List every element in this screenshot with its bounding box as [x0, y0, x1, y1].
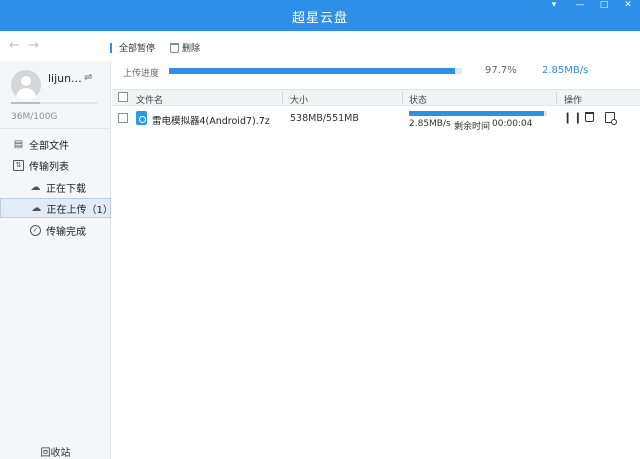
upload-progress-label: 上传进度: [123, 69, 160, 79]
minimize-icon[interactable]: —: [572, 0, 588, 12]
pause-icon[interactable]: ❙❙: [563, 112, 582, 124]
row-progress-bar: [409, 111, 547, 116]
row-checkbox[interactable]: [118, 113, 128, 123]
table-header: 文件名 大小 状态 操作: [112, 89, 640, 106]
sidebar-item-label: 正在下载: [46, 183, 86, 195]
remaining-time: 00:00:04: [492, 119, 533, 129]
column-header-size[interactable]: 大小: [290, 93, 308, 106]
column-header-actions: 操作: [564, 96, 583, 106]
sidebar-item-label: 全部文件: [29, 140, 69, 152]
file-name: 雷电模拟器4(Android7).7z: [152, 116, 270, 127]
separator-bar: [110, 42, 112, 53]
delete-button[interactable]: 删除: [170, 41, 200, 54]
column-header-name[interactable]: 文件名: [136, 93, 163, 106]
cloud-upload-icon: ☁: [31, 202, 42, 214]
check-circle-icon: ✓: [30, 224, 41, 236]
sidebar: lijun... ⇌ 36M/100G ▤ 全部文件 ⇅ 传输列表 ☁ 正在下载…: [0, 61, 113, 459]
recycle-bin-link[interactable]: 回收站: [0, 444, 111, 459]
archive-file-icon: [136, 111, 147, 125]
delete-icon[interactable]: [583, 112, 595, 124]
upload-speed: 2.85MB/s: [542, 65, 589, 76]
table-row[interactable]: 雷电模拟器4(Android7).7z 538MB/551MB 2.85MB/s…: [112, 106, 640, 132]
pause-all-label: 全部暂停: [119, 44, 156, 54]
sidebar-item-downloading[interactable]: ☁ 正在下载: [0, 177, 111, 197]
pause-all-button[interactable]: 全部暂停: [110, 41, 155, 54]
document-icon: ▤: [13, 138, 24, 150]
title-bar: 超星云盘 ▾ — □ ✕: [0, 0, 640, 31]
sidebar-item-completed[interactable]: ✓ 传输完成: [0, 220, 111, 240]
upload-progress-bar: [169, 68, 462, 74]
quota-bar: [11, 102, 97, 104]
file-size: 538MB/551MB: [290, 113, 359, 124]
divider: [0, 128, 111, 129]
transfer-icon: ⇅: [13, 159, 24, 171]
row-speed: 2.85MB/s: [409, 119, 451, 129]
column-header-status[interactable]: 状态: [409, 93, 427, 106]
remaining-label: 剩余时间: [454, 122, 491, 132]
sidebar-item-label: 正在上传（1）: [46, 204, 113, 216]
select-all-checkbox[interactable]: [118, 92, 128, 102]
cloud-download-icon: ☁: [30, 181, 41, 193]
delete-label: 删除: [182, 44, 201, 54]
arrow-left-icon[interactable]: ←: [9, 38, 20, 53]
toolbar: ← → 全部暂停 删除: [0, 31, 640, 61]
avatar[interactable]: [11, 70, 41, 100]
sidebar-item-label: 传输完成: [46, 226, 86, 238]
sidebar-item-uploading[interactable]: ☁ 正在上传（1）: [0, 198, 113, 218]
upload-percent: 97.7%: [485, 65, 517, 76]
window-title: 超星云盘: [291, 11, 348, 26]
maximize-icon[interactable]: □: [596, 0, 612, 12]
close-icon[interactable]: ✕: [620, 0, 636, 12]
upload-summary: 上传进度 97.7% 2.85MB/s: [112, 61, 640, 83]
arrow-right-icon[interactable]: →: [28, 38, 39, 53]
switch-account-icon[interactable]: ⇌: [84, 72, 92, 83]
sidebar-item-label: 传输列表: [29, 161, 69, 173]
trash-icon: [170, 42, 179, 53]
menu-dropdown-icon[interactable]: ▾: [546, 0, 562, 12]
username[interactable]: lijun...: [48, 72, 82, 85]
quota-text: 36M/100G: [11, 112, 58, 122]
sidebar-item-transfer-list[interactable]: ⇅ 传输列表: [0, 155, 111, 175]
sidebar-item-all-files[interactable]: ▤ 全部文件: [0, 134, 111, 154]
locate-file-icon[interactable]: [604, 112, 617, 125]
